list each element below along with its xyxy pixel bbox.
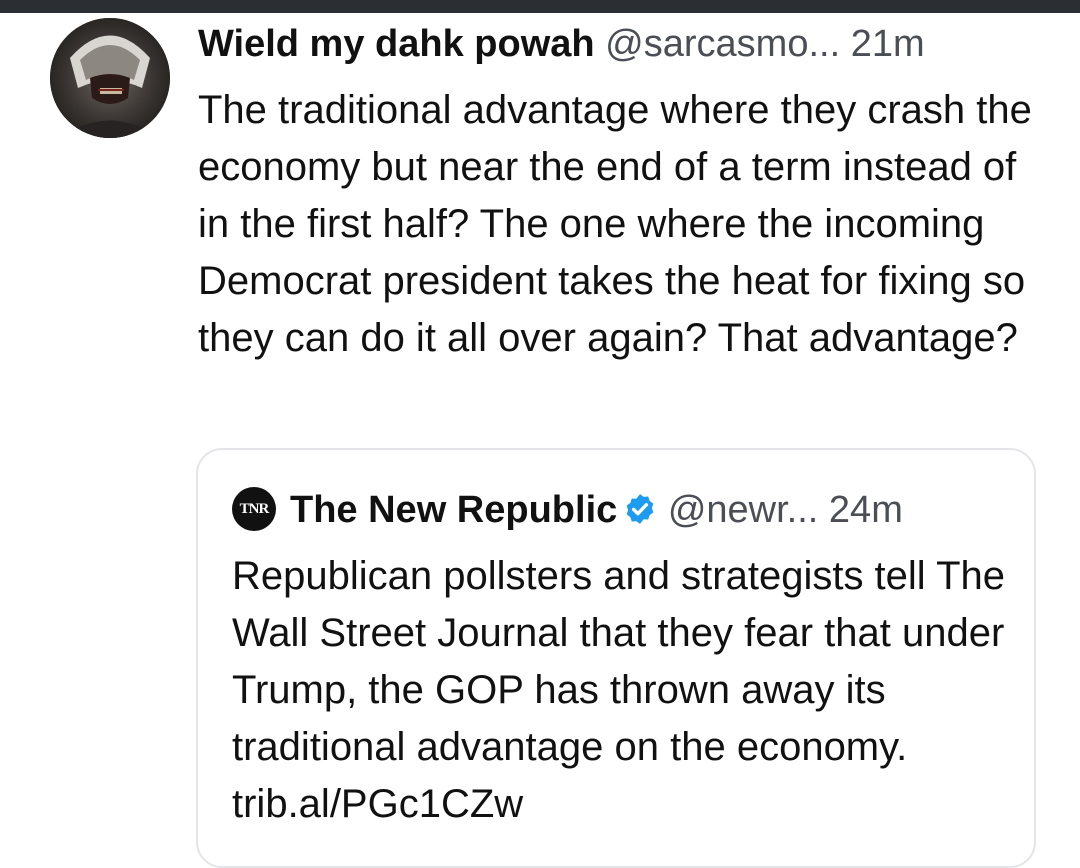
author-display-name[interactable]: Wield my dahk powah [198,23,595,65]
quoted-post-header: TNR The New Republic @newr... 24m [232,484,1012,536]
author-avatar[interactable] [50,18,170,138]
quoted-post-text: Republican pollsters and strategists tel… [232,554,1006,826]
quoted-author-avatar[interactable]: TNR [232,486,276,531]
dark-figure-avatar-icon [50,18,170,138]
post-header: Wield my dahk powah @sarcasmo... 21m [198,18,1058,70]
quoted-author-display-name[interactable]: The New Republic [290,489,617,531]
verified-check-icon [626,494,654,524]
quoted-post-card[interactable]: TNR The New Republic @newr... 24m Republi… [196,448,1036,868]
post-timestamp[interactable]: 21m [851,23,925,65]
status-bar-strip [0,0,1080,13]
post-text: The traditional advantage where they cra… [198,88,1032,360]
author-handle[interactable]: @sarcasmo... [605,23,840,65]
quoted-author-handle[interactable]: @newr... [668,489,819,531]
quoted-post-timestamp[interactable]: 24m [829,489,903,531]
